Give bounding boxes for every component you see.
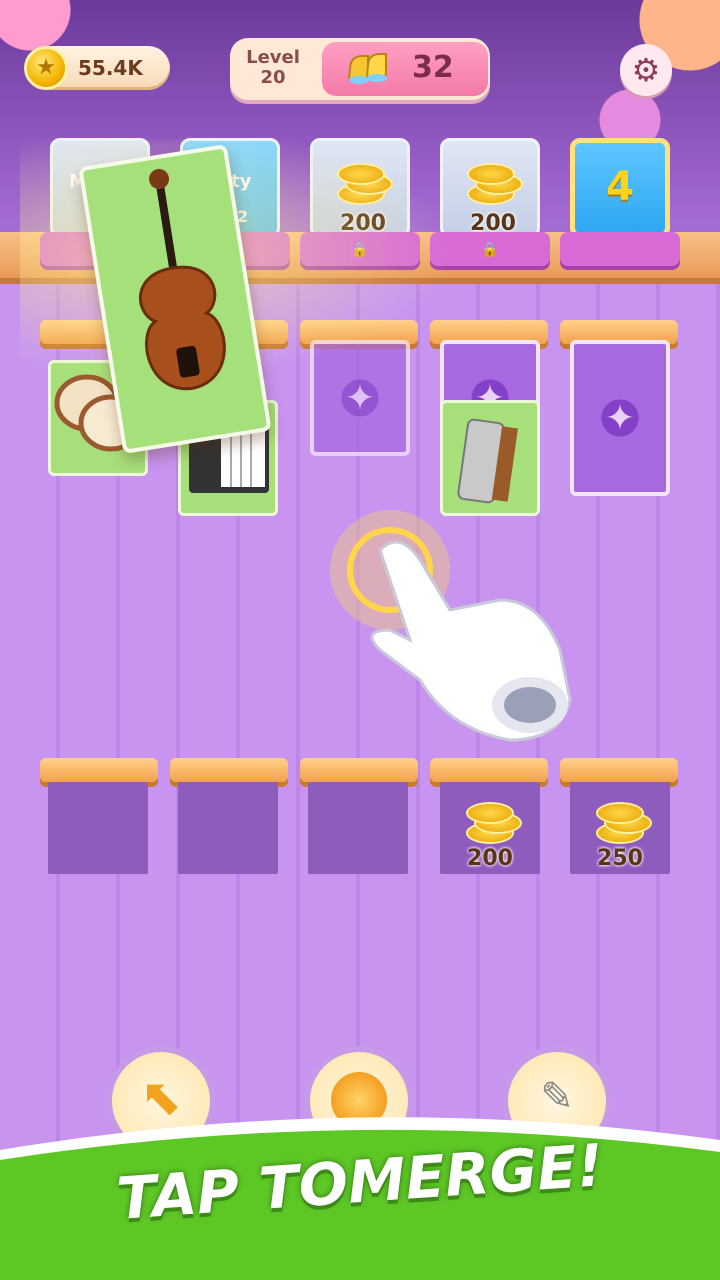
empty-slot[interactable]	[48, 782, 148, 874]
hand-pointer-icon	[330, 510, 572, 742]
empty-slot[interactable]	[308, 782, 408, 874]
star-icon: ✦	[604, 398, 636, 439]
moves-count: 32	[412, 50, 454, 85]
harmonica-icon	[457, 418, 518, 504]
bottom-shelf-3	[300, 758, 418, 782]
card-back[interactable]: ✦	[570, 340, 670, 496]
bottom-shelf-5	[560, 758, 678, 782]
top-slot-5[interactable]: 4	[570, 138, 670, 238]
bottom-shelf-2	[170, 758, 288, 782]
gear-icon[interactable]: ⚙	[620, 44, 672, 96]
locked-slot[interactable]: 200	[440, 782, 540, 874]
level-indicator: Level 20	[232, 48, 314, 88]
level-number: 20	[260, 67, 286, 88]
empty-slot[interactable]	[178, 782, 278, 874]
slot-base-5	[560, 232, 680, 266]
slot-price: 200	[467, 846, 513, 871]
coin-stack-icon	[592, 794, 652, 846]
locked-slot[interactable]: 250	[570, 782, 670, 874]
coin-icon: ★	[24, 46, 68, 90]
coin-stack-icon	[462, 794, 522, 846]
shoes-icon	[348, 53, 387, 84]
bottom-shelf-1	[40, 758, 158, 782]
slot-price: 250	[597, 846, 643, 871]
bottom-shelf-4	[430, 758, 548, 782]
coin-amount: 55.4K	[78, 56, 143, 80]
card-harmonica[interactable]	[440, 400, 540, 516]
level-label: Level	[246, 47, 300, 68]
